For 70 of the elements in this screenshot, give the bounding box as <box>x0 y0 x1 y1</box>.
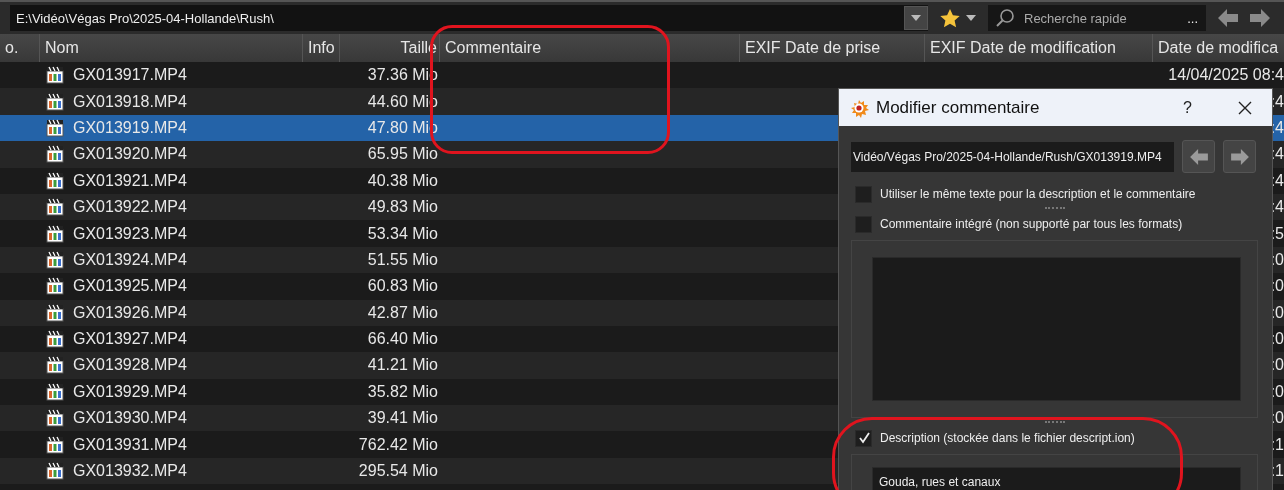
file-size: 35.82 Mio <box>367 382 438 400</box>
file-name: GX013918.MP4 <box>73 92 187 111</box>
close-icon[interactable] <box>1238 100 1252 115</box>
file-name: GX013932.MP4 <box>73 462 187 481</box>
file-size: 39.41 Mio <box>367 409 438 427</box>
file-size: 66.40 Mio <box>367 330 438 348</box>
address-field[interactable]: E:\Vidéo\Végas Pro\2025-04-Hollande\Rush\ <box>10 5 928 31</box>
search-icon <box>996 9 1016 27</box>
file-name: GX013925.MP4 <box>73 277 187 296</box>
checkbox[interactable] <box>855 215 872 233</box>
file-name: GX013928.MP4 <box>73 356 187 375</box>
dropdown-button[interactable] <box>904 6 928 30</box>
clapperboard-icon <box>46 92 64 111</box>
checkbox[interactable] <box>855 185 872 203</box>
forward-arrow-icon[interactable] <box>1250 9 1270 27</box>
file-size: 53.34 Mio <box>367 224 438 242</box>
more-options[interactable]: ... <box>1187 10 1198 26</box>
file-size: 40.38 Mio <box>367 171 438 189</box>
clapperboard-icon <box>46 198 64 217</box>
file-name: GX013920.MP4 <box>73 145 187 164</box>
file-size: 51.55 Mio <box>367 250 438 268</box>
checkbox-label: Description (stockée dans le fichier descript.ion) <box>880 431 1135 445</box>
file-name: GX013931.MP4 <box>73 435 187 454</box>
search-field[interactable]: Recherche rapide ... <box>988 5 1206 31</box>
file-name: GX013921.MP4 <box>73 171 187 190</box>
column-header[interactable]: Date de modifica <box>1153 34 1284 62</box>
caret-icon <box>911 15 921 21</box>
splitter-handle[interactable] <box>1044 421 1065 425</box>
previous-button[interactable] <box>1182 140 1215 173</box>
clapperboard-icon <box>46 66 64 85</box>
clapperboard-icon <box>46 462 64 481</box>
file-name: GX013924.MP4 <box>73 250 187 269</box>
file-name: GX013923.MP4 <box>73 224 187 243</box>
file-size: 60.83 Mio <box>367 277 438 295</box>
clapperboard-icon <box>46 277 64 296</box>
clapperboard-icon <box>46 435 64 454</box>
file-size: 762.42 Mio <box>358 435 438 453</box>
caret-icon[interactable] <box>966 15 976 21</box>
file-name: GX013919.MP4 <box>73 118 187 137</box>
checkbox[interactable] <box>855 429 872 447</box>
file-name: GX013926.MP4 <box>73 303 187 322</box>
right-arrow-icon <box>1230 148 1249 165</box>
path-field[interactable]: Vidéo/Végas Pro/2025-04-Hollande/Rush/GX013919.MP4 <box>851 141 1174 172</box>
file-name: GX013922.MP4 <box>73 198 187 217</box>
clapperboard-icon <box>46 409 64 428</box>
text-area[interactable]: Gouda, rues et canaux <box>872 467 1241 490</box>
star-icon[interactable] <box>940 8 960 28</box>
file-name: GX013917.MP4 <box>73 66 187 85</box>
file-name: GX013929.MP4 <box>73 382 187 401</box>
file-name: GX013927.MP4 <box>73 330 187 349</box>
clapperboard-icon <box>46 145 64 164</box>
clapperboard-icon <box>46 330 64 349</box>
file-name: GX013930.MP4 <box>73 409 187 428</box>
file-size: 42.87 Mio <box>367 303 438 321</box>
file-size: 65.95 Mio <box>367 145 438 163</box>
modified-date: 14/04/2025 08:4 <box>1168 66 1284 84</box>
clapperboard-icon <box>46 171 64 190</box>
splitter-handle[interactable] <box>1044 207 1065 211</box>
clapperboard-icon <box>46 250 64 269</box>
file-size: 49.83 Mio <box>367 198 438 216</box>
clapperboard-icon <box>46 303 64 322</box>
left-arrow-icon <box>1189 148 1208 165</box>
next-button[interactable] <box>1223 140 1256 173</box>
clapperboard-icon <box>46 382 64 401</box>
clapperboard-icon <box>46 224 64 243</box>
file-size: 41.21 Mio <box>367 356 438 374</box>
clapperboard-icon <box>46 356 64 375</box>
back-arrow-icon[interactable] <box>1218 9 1238 27</box>
file-size: 295.54 Mio <box>358 462 438 480</box>
clapperboard-icon <box>46 118 64 137</box>
